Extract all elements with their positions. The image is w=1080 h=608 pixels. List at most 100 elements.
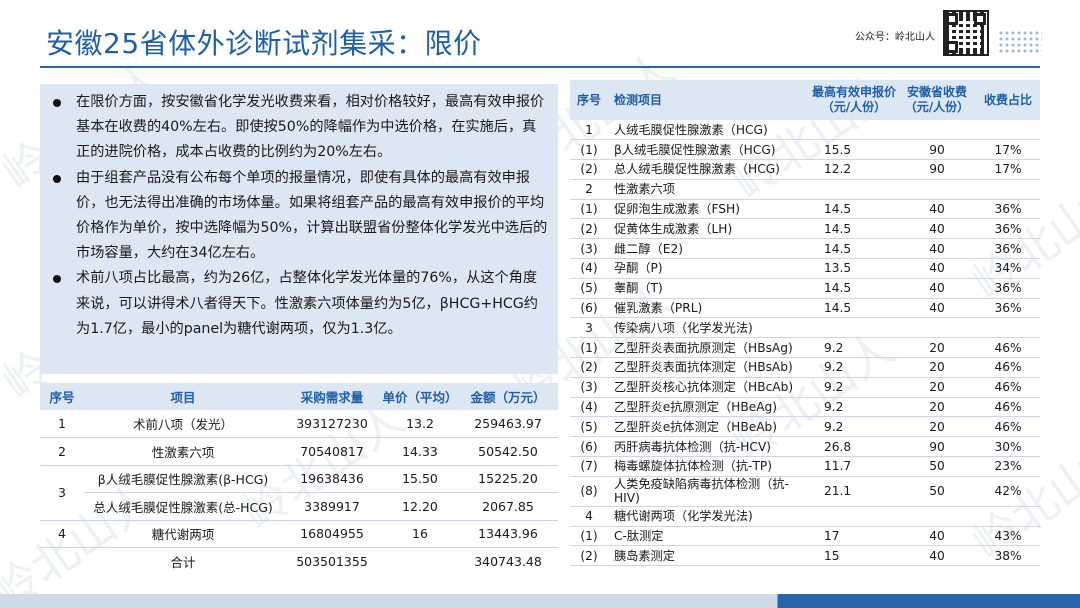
table-row: (2) 胰岛素测定 15 40 38%: [570, 545, 1040, 567]
column-header: 检测项目: [608, 80, 810, 120]
column-header: 收费占比: [976, 80, 1040, 120]
item-name: β人绒毛膜促性腺激素(β-HCG): [84, 465, 282, 493]
max-declared-price: [810, 317, 898, 339]
section-row: 4 糖代谢两项（化学发光法): [570, 506, 1040, 527]
column-header: 最高有效申报价（元/人份）: [810, 80, 898, 120]
test-item: 乙型肝炎e抗原测定（HBeAg): [608, 397, 810, 418]
row-number: (1): [570, 337, 608, 359]
max-declared-price: 15.5: [810, 139, 898, 161]
row-number: [40, 548, 84, 576]
unit-price: 14.33: [382, 437, 458, 466]
row-number: (1): [570, 526, 608, 547]
quantity: 503501355: [296, 554, 368, 569]
item-name: 合计: [170, 555, 196, 570]
fee-ratio: 34%: [976, 258, 1040, 279]
item-name: 糖代谢两项: [84, 520, 282, 548]
column-header: 序号: [570, 80, 608, 120]
test-item: 睾酮（T): [608, 278, 810, 299]
table-row: (1) C-肽测定 17 40 43%: [570, 526, 1040, 547]
fee-ratio: 36%: [976, 199, 1040, 220]
max-declared-price: 14.5: [810, 278, 898, 299]
bullet-point: 由于组套产品没有公布每个单项的报量情况，即使有具体的最高有效申报价，也无法得出准…: [50, 166, 548, 267]
footer-bar: [0, 594, 1080, 608]
row-number: 4: [570, 506, 608, 527]
test-item: 性激素六项: [608, 179, 810, 200]
test-item: 乙型肝炎表面抗原测定（HBsAg): [608, 337, 810, 359]
test-item: 催乳激素（PRL): [608, 298, 810, 319]
max-declared-price: [810, 506, 898, 527]
column-header: 采购需求量: [282, 383, 382, 410]
fee-ratio: 30%: [976, 436, 1040, 458]
row-number: (1): [570, 199, 608, 220]
amount: 259463.97: [458, 410, 558, 438]
row-number: 2: [570, 179, 608, 200]
anhui-fee: 40: [898, 258, 976, 279]
unit-price: 16: [382, 520, 458, 548]
test-item: 乙型肝炎表面抗体测定（HBsAb): [608, 357, 810, 378]
row-number: (2): [570, 218, 608, 240]
table-row: (2) 总人绒毛膜促性腺激素（HCG) 12.2 90 17%: [570, 159, 1040, 180]
column-header: 项目: [84, 383, 282, 410]
fee-ratio: 36%: [976, 278, 1040, 299]
anhui-fee: 40: [898, 199, 976, 220]
unit-price: 15.50: [382, 465, 458, 493]
item-name: 总人绒毛膜促性腺激素(总-HCG): [84, 492, 282, 521]
fee-ratio: [976, 317, 1040, 339]
anhui-fee: 40: [898, 526, 976, 547]
amount: 340743.48: [474, 554, 542, 569]
test-item: C-肽测定: [608, 526, 810, 547]
test-item: 传染病八项（化学发光法): [608, 317, 810, 339]
test-item: 人类免疫缺陷病毒抗体检测（抗-HIV): [608, 476, 810, 507]
row-number: 1: [570, 120, 608, 141]
summary-panel: 在限价方面，按安徽省化学发光收费来看，相对价格较好，最高有效申报价基本在收费的4…: [40, 84, 558, 374]
fee-ratio: 46%: [976, 377, 1040, 398]
bullet-point: 在限价方面，按安徽省化学发光收费来看，相对价格较好，最高有效申报价基本在收费的4…: [50, 90, 548, 166]
max-declared-price: 17: [810, 526, 898, 547]
table-row: (8) 人类免疫缺陷病毒抗体检测（抗-HIV) 21.1 50 42%: [570, 476, 1040, 507]
row-number: (6): [570, 298, 608, 319]
fee-ratio: 46%: [976, 337, 1040, 359]
table-row: (5) 睾酮（T) 14.5 40 36%: [570, 278, 1040, 299]
unit-price: [382, 548, 458, 576]
row-number: (2): [570, 357, 608, 378]
max-declared-price: 11.7: [810, 456, 898, 477]
max-declared-price: 14.5: [810, 199, 898, 220]
max-declared-price: 26.8: [810, 436, 898, 458]
price-limit-table: 序号 检测项目 最高有效申报价（元/人份） 安徽省收费（元/人份） 收费占比 1…: [570, 80, 1040, 567]
quantity: 16804955: [282, 520, 382, 548]
quantity: 19638436: [282, 465, 382, 493]
column-header: 安徽省收费（元/人份）: [898, 80, 976, 120]
unit-price: 12.20: [382, 492, 458, 521]
fee-ratio: [976, 120, 1040, 141]
bullet-point: 术前八项占比最高，约为26亿，占整体化学发光体量的76%，从这个角度来说，可以讲…: [50, 266, 548, 342]
row-number: (4): [570, 397, 608, 418]
anhui-fee: [898, 506, 976, 527]
decorative-dot-grid: [998, 30, 1042, 54]
table-header-row: 序号 检测项目 最高有效申报价（元/人份） 安徽省收费（元/人份） 收费占比: [570, 80, 1040, 120]
table-row: (4) 孕酮（P) 13.5 40 34%: [570, 258, 1040, 279]
test-item: 胰岛素测定: [608, 545, 810, 567]
table-row: (2) 促黄体生成激素（LH) 14.5 40 36%: [570, 218, 1040, 240]
max-declared-price: 12.2: [810, 159, 898, 180]
max-declared-price: 14.5: [810, 218, 898, 240]
row-number: (6): [570, 436, 608, 458]
test-item: 促卵泡生成激素（FSH): [608, 199, 810, 220]
item-name: 性激素六项: [84, 437, 282, 466]
row-number: 4: [40, 520, 84, 548]
quantity: 393127230: [282, 410, 382, 438]
table-row: (3) 雌二醇（E2) 14.5 40 36%: [570, 238, 1040, 260]
row-number: 3: [570, 317, 608, 339]
row-number: (7): [570, 456, 608, 477]
max-declared-price: [810, 179, 898, 200]
unit-price: 13.2: [382, 410, 458, 438]
amount: 13443.96: [458, 520, 558, 548]
quantity: 3389917: [282, 492, 382, 521]
max-declared-price: 9.2: [810, 337, 898, 359]
max-declared-price: 13.5: [810, 258, 898, 279]
test-item: 促黄体生成激素（LH): [608, 218, 810, 240]
test-item: 丙肝病毒抗体检测（抗-HCV): [608, 436, 810, 458]
max-declared-price: [810, 120, 898, 141]
fee-ratio: 36%: [976, 218, 1040, 240]
qr-code-icon: [943, 10, 989, 56]
table-row: (6) 催乳激素（PRL) 14.5 40 36%: [570, 298, 1040, 319]
